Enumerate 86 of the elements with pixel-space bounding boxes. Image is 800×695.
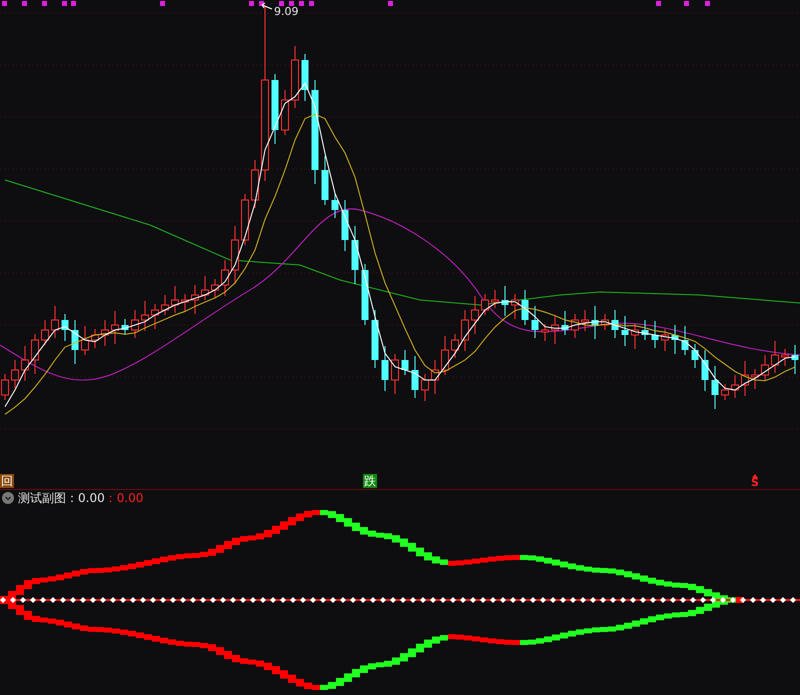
indicator-value: ：0.00 [104, 490, 144, 506]
candlestick [11, 360, 19, 388]
candlestick [412, 356, 418, 398]
candlestick [81, 326, 89, 356]
candlestick [612, 310, 618, 338]
candlestick [571, 314, 579, 338]
candlestick [21, 346, 29, 382]
candlestick [352, 226, 358, 284]
candlestick [451, 334, 459, 358]
candlestick [532, 306, 538, 338]
candlestick [622, 316, 628, 346]
candlestick [201, 276, 209, 300]
candlestick [342, 200, 348, 252]
candlestick [652, 320, 658, 348]
high-price-label: 9.09 [274, 5, 298, 18]
candlestick [141, 300, 149, 332]
candlestick [511, 294, 519, 320]
fall-signal: 跌 [363, 474, 377, 488]
arrow-icon [262, 2, 272, 10]
candlestick [51, 306, 59, 338]
candlestick [111, 310, 119, 344]
candlestick [91, 328, 99, 348]
candlestick [661, 328, 669, 352]
candlestick [251, 160, 259, 208]
candlestick [41, 320, 49, 346]
candlestick [781, 348, 789, 366]
sell-signal: S [751, 474, 759, 488]
candlestick [161, 294, 169, 316]
candlestick [382, 346, 388, 392]
indicator-title: 测试副图 [18, 490, 66, 506]
candlestick [522, 290, 528, 326]
indicator-value: ：0.00 [66, 490, 105, 506]
candlestick [751, 368, 759, 390]
candlestick [721, 384, 729, 400]
candlestick [562, 310, 568, 336]
candlestick [322, 156, 328, 206]
candlestick [421, 374, 429, 402]
candlestick [241, 194, 249, 246]
candlestick [291, 46, 299, 108]
candlestick [541, 324, 549, 342]
candlestick [702, 350, 708, 392]
candlestick [372, 310, 378, 368]
candlestick [491, 290, 499, 308]
candlestick [481, 294, 489, 316]
candlestick [191, 284, 199, 314]
candlestick [642, 320, 648, 340]
candlestick [441, 336, 449, 376]
candlestick [131, 310, 139, 338]
candlestick [581, 310, 589, 332]
candlestick [631, 324, 639, 350]
candlestick [601, 314, 609, 330]
candlestick [682, 326, 688, 356]
candlestick [231, 226, 239, 284]
candlestick [551, 314, 559, 344]
candlestick [592, 306, 598, 340]
candlestick [171, 286, 179, 314]
candlestick [101, 320, 109, 346]
candlestick [712, 366, 718, 410]
candlestick [332, 194, 338, 218]
candlestick [31, 334, 39, 374]
candlestick [391, 354, 399, 394]
candlestick [221, 260, 229, 296]
candlestick [402, 350, 408, 376]
candlestick [431, 360, 439, 394]
candlestick [302, 54, 308, 102]
box-signal: 回 [0, 474, 14, 488]
candlestick [181, 294, 189, 312]
candlestick [672, 324, 678, 354]
candlestick [761, 354, 769, 380]
candlestick [281, 90, 289, 136]
candlestick [692, 344, 698, 368]
candlestick [731, 374, 739, 398]
candlestick [741, 360, 749, 396]
candlestick [151, 304, 159, 330]
candlestick [62, 314, 68, 342]
candlestick [502, 286, 508, 316]
collapse-icon[interactable] [2, 492, 14, 504]
candlestick [471, 296, 479, 334]
candlestick [461, 310, 469, 352]
candlestick [792, 344, 798, 374]
candlestick [211, 278, 219, 298]
candlestick [771, 340, 779, 374]
candlestick [122, 318, 128, 336]
candlestick [72, 320, 78, 364]
candlestick [362, 264, 368, 326]
candlestick [272, 74, 278, 144]
